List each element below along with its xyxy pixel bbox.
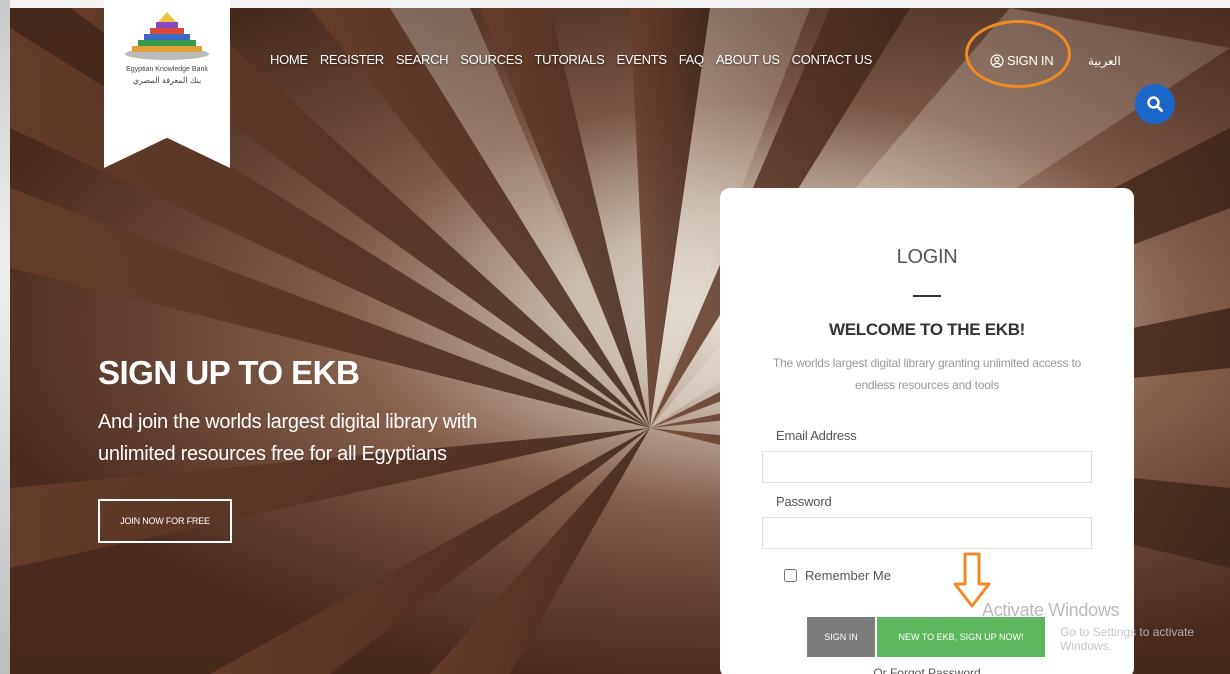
password-label: Password [776,494,832,509]
email-field[interactable] [762,451,1092,483]
search-button[interactable] [1135,84,1175,124]
pyramid-logo-icon [125,12,209,60]
nav-tutorials[interactable]: TUTORIALS [534,52,604,67]
remember-me-checkbox[interactable] [784,569,797,582]
activate-windows-subtext: Go to Settings to activate Windows. [1060,625,1195,653]
nav-home[interactable]: HOME [270,52,308,67]
login-title: LOGIN [896,246,958,268]
join-now-button[interactable]: JOIN NOW FOR FREE [98,499,232,543]
logo-text-arabic: بنك المعرفة المصري [132,76,202,85]
hero-title: SIGN UP TO EKB [98,354,360,391]
password-field[interactable] [762,517,1092,549]
screen-border-left [0,0,10,674]
search-icon [1147,96,1163,112]
nav-search[interactable]: SEARCH [396,52,449,67]
main-nav: HOME REGISTER SEARCH SOURCES TUTORIALS E… [270,52,872,67]
sign-in-label: SIGN IN [1007,53,1054,68]
welcome-heading: WELCOME TO THE EKB! [828,320,1026,339]
title-divider [913,295,941,297]
hero-subtitle: And join the worlds largest digital libr… [98,411,478,465]
activate-windows-watermark: Activate Windows [982,600,1120,620]
forgot-password-link[interactable]: Or Forgot Password [720,666,1134,674]
email-label: Email Address [776,428,857,443]
nav-sign-in[interactable]: SIGN IN [990,53,1054,68]
sign-in-button[interactable]: SIGN IN [807,617,875,657]
nav-sources[interactable]: SOURCES [460,52,523,67]
sign-up-button[interactable]: NEW TO EKB, SIGN UP NOW! [877,617,1045,657]
nav-about-us[interactable]: ABOUT US [716,52,780,67]
logo-text-english: Egyptian Knowledge Bank [126,66,208,73]
remember-me: Remember Me [784,568,891,583]
user-circle-icon [990,53,1004,68]
nav-faq[interactable]: FAQ [679,52,704,67]
language-arabic-link[interactable]: العربية [1088,54,1121,68]
nav-contact-us[interactable]: CONTACT US [792,52,873,67]
remember-me-label: Remember Me [805,568,891,583]
nav-register[interactable]: REGISTER [320,52,384,67]
nav-events[interactable]: EVENTS [617,52,668,67]
welcome-description: The worlds largest digital library grant… [772,356,1082,392]
